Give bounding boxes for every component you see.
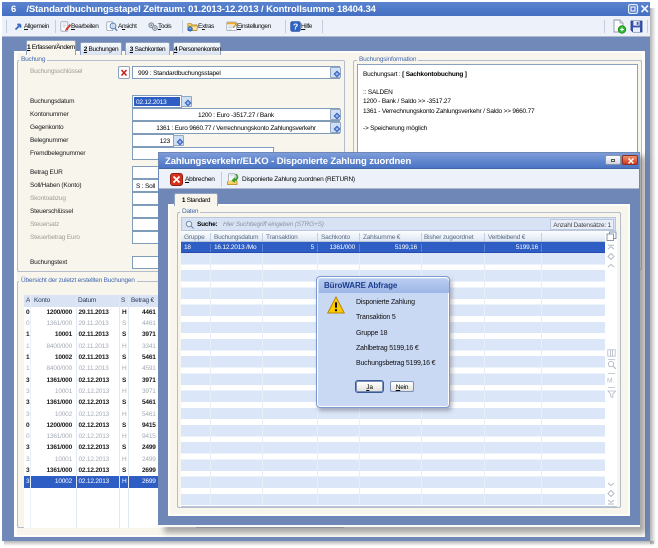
svg-text:M.: M. xyxy=(607,378,614,385)
svg-text:?: ? xyxy=(293,22,298,32)
